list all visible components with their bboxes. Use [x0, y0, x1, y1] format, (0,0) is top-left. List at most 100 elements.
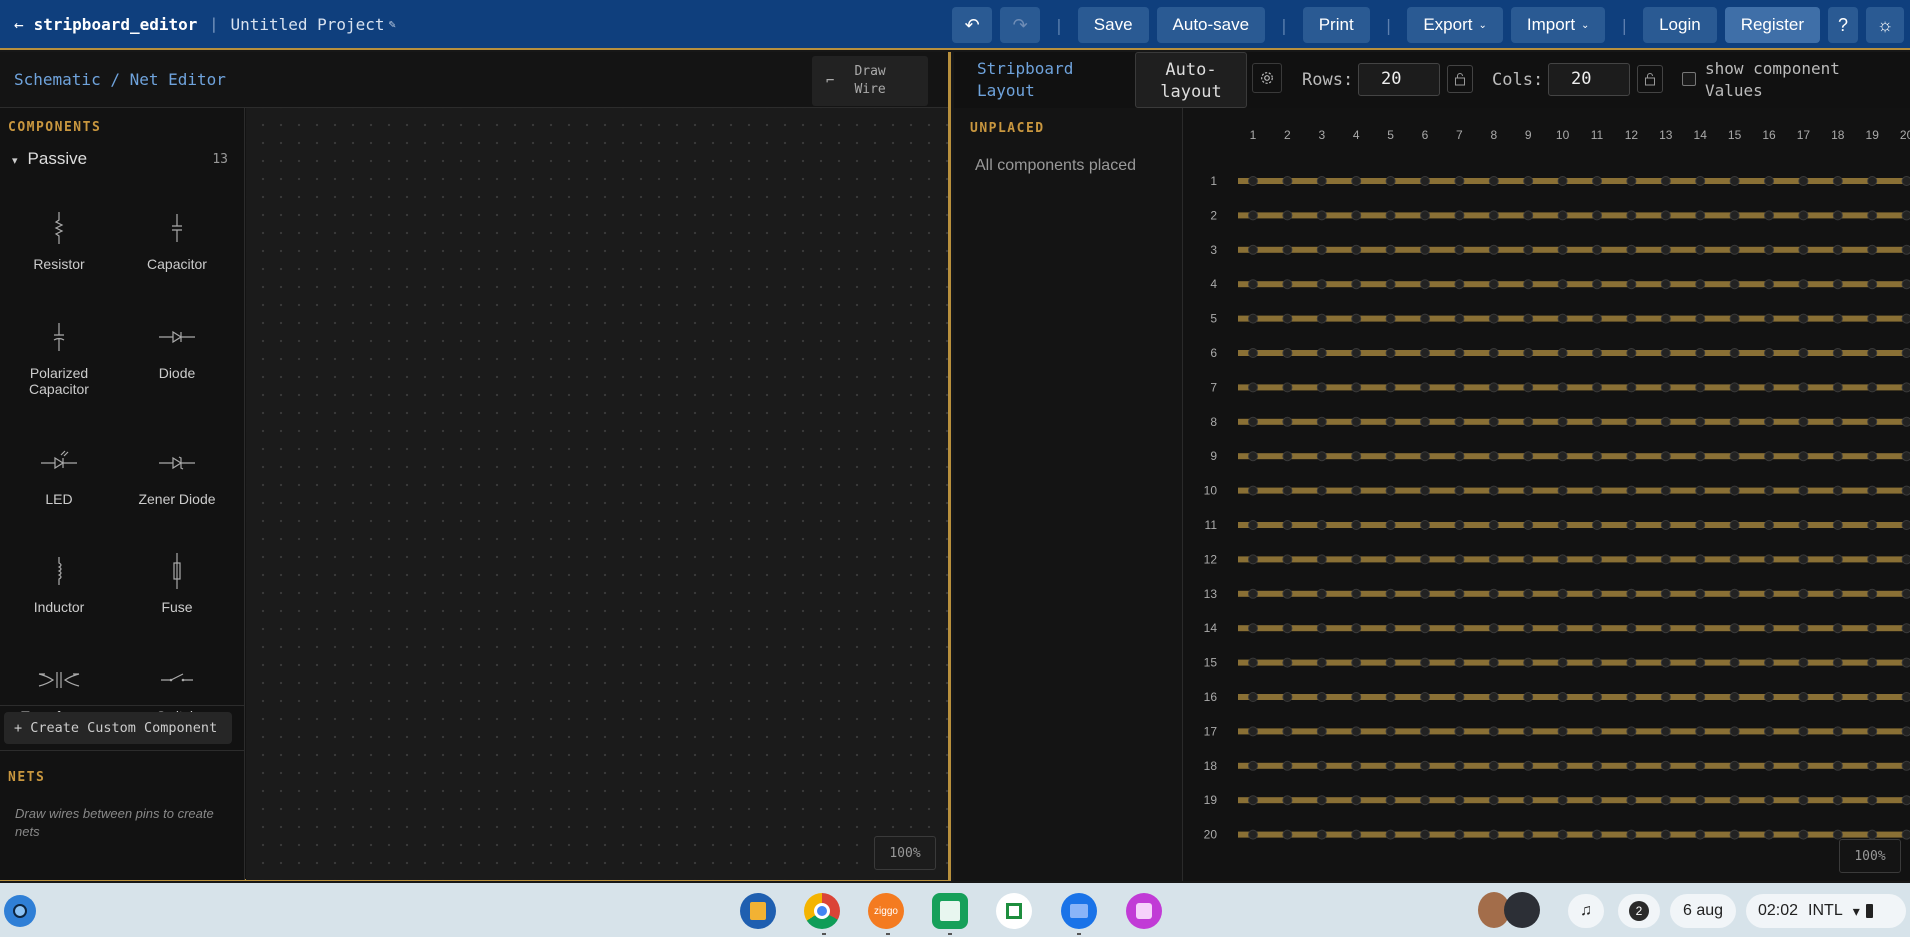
board-hole[interactable]: [1385, 416, 1396, 427]
board-hole[interactable]: [1316, 348, 1327, 358]
board-hole[interactable]: [1867, 348, 1878, 358]
board-hole[interactable]: [1351, 451, 1362, 462]
board-hole[interactable]: [1523, 244, 1534, 255]
board-hole[interactable]: [1660, 485, 1671, 496]
board-hole[interactable]: [1248, 554, 1258, 565]
board-hole[interactable]: [1316, 760, 1327, 771]
board-hole[interactable]: [1901, 451, 1910, 462]
board-hole[interactable]: [1832, 657, 1843, 668]
board-hole[interactable]: [1901, 382, 1910, 393]
board-hole[interactable]: [1420, 451, 1430, 462]
board-hole[interactable]: [1832, 382, 1843, 393]
redo-button[interactable]: ↷: [1000, 7, 1041, 43]
board-hole[interactable]: [1557, 623, 1568, 634]
board-hole[interactable]: [1798, 520, 1809, 530]
cols-lock-button[interactable]: [1637, 65, 1663, 93]
board-hole[interactable]: [1523, 623, 1534, 634]
board-hole[interactable]: [1626, 829, 1637, 840]
board-hole[interactable]: [1316, 244, 1327, 255]
board-hole[interactable]: [1626, 588, 1637, 599]
board-hole[interactable]: [1488, 760, 1499, 771]
board-hole[interactable]: [1557, 210, 1568, 221]
register-button[interactable]: Register: [1724, 7, 1820, 43]
board-hole[interactable]: [1764, 348, 1774, 358]
board-hole[interactable]: [1488, 451, 1499, 462]
board-hole[interactable]: [1729, 279, 1740, 290]
board-hole[interactable]: [1660, 382, 1671, 393]
board-hole[interactable]: [1351, 485, 1362, 496]
board-hole[interactable]: [1316, 210, 1327, 221]
copper-strip[interactable]: [1238, 281, 1910, 288]
board-hole[interactable]: [1660, 451, 1671, 462]
date-pill[interactable]: 6 aug: [1670, 894, 1736, 928]
board-hole[interactable]: [1523, 348, 1534, 358]
board-hole[interactable]: [1454, 829, 1465, 840]
component-diode[interactable]: Diode: [118, 317, 236, 381]
board-hole[interactable]: [1832, 726, 1843, 737]
board-hole[interactable]: [1695, 657, 1706, 668]
board-hole[interactable]: [1420, 829, 1430, 840]
board-hole[interactable]: [1867, 692, 1878, 702]
board-hole[interactable]: [1660, 726, 1671, 737]
board-hole[interactable]: [1248, 657, 1258, 668]
board-hole[interactable]: [1901, 692, 1910, 702]
launcher-button[interactable]: [4, 895, 36, 927]
board-hole[interactable]: [1729, 210, 1740, 221]
component-resistor[interactable]: Resistor: [0, 208, 118, 272]
undo-button[interactable]: ↶: [952, 7, 993, 43]
board-hole[interactable]: [1557, 382, 1568, 393]
board-hole[interactable]: [1420, 760, 1430, 771]
board-hole[interactable]: [1488, 623, 1499, 634]
board-hole[interactable]: [1523, 176, 1534, 186]
board-hole[interactable]: [1592, 588, 1602, 599]
board-hole[interactable]: [1901, 554, 1910, 565]
board-hole[interactable]: [1729, 795, 1740, 806]
board-hole[interactable]: [1798, 726, 1809, 737]
board-hole[interactable]: [1454, 657, 1465, 668]
board-hole[interactable]: [1660, 829, 1671, 840]
board-hole[interactable]: [1729, 451, 1740, 462]
board-hole[interactable]: [1695, 416, 1706, 427]
copper-strip[interactable]: [1238, 797, 1910, 804]
board-hole[interactable]: [1695, 795, 1706, 806]
board-hole[interactable]: [1798, 244, 1809, 255]
board-hole[interactable]: [1901, 829, 1910, 840]
board-hole[interactable]: [1832, 210, 1843, 221]
board-hole[interactable]: [1454, 382, 1465, 393]
board-hole[interactable]: [1592, 348, 1602, 358]
login-button[interactable]: Login: [1643, 7, 1717, 43]
board-hole[interactable]: [1488, 588, 1499, 599]
board-hole[interactable]: [1385, 795, 1396, 806]
board-hole[interactable]: [1798, 176, 1809, 186]
board-hole[interactable]: [1385, 382, 1396, 393]
board-hole[interactable]: [1867, 451, 1878, 462]
board-hole[interactable]: [1901, 348, 1910, 358]
board-hole[interactable]: [1420, 416, 1430, 427]
board-hole[interactable]: [1454, 795, 1465, 806]
board-hole[interactable]: [1695, 279, 1706, 290]
board-hole[interactable]: [1867, 520, 1878, 530]
board-hole[interactable]: [1832, 313, 1843, 324]
board-hole[interactable]: [1523, 520, 1534, 530]
board-hole[interactable]: [1592, 210, 1602, 221]
board-hole[interactable]: [1420, 623, 1430, 634]
board-hole[interactable]: [1592, 176, 1602, 186]
component-capacitor[interactable]: Capacitor: [118, 208, 236, 272]
stripboard-canvas[interactable]: 1 2 3 4 5 6 7 8 9 10 11 12 13 14 15 16 17 18 19 20 1 2 3 4 5 6 7 8 9…: [1183, 108, 1910, 881]
pencil-icon[interactable]: ✎: [389, 17, 396, 31]
board-hole[interactable]: [1282, 279, 1293, 290]
board-hole[interactable]: [1454, 520, 1465, 530]
board-hole[interactable]: [1901, 795, 1910, 806]
board-hole[interactable]: [1901, 726, 1910, 737]
board-hole[interactable]: [1626, 382, 1637, 393]
board-hole[interactable]: [1488, 382, 1499, 393]
board-hole[interactable]: [1729, 554, 1740, 565]
board-hole[interactable]: [1626, 692, 1637, 702]
board-hole[interactable]: [1523, 760, 1534, 771]
board-hole[interactable]: [1867, 279, 1878, 290]
board-hole[interactable]: [1316, 726, 1327, 737]
board-hole[interactable]: [1592, 657, 1602, 668]
board-hole[interactable]: [1832, 244, 1843, 255]
component-zener-diode[interactable]: Zener Diode: [118, 443, 236, 507]
board-hole[interactable]: [1729, 244, 1740, 255]
